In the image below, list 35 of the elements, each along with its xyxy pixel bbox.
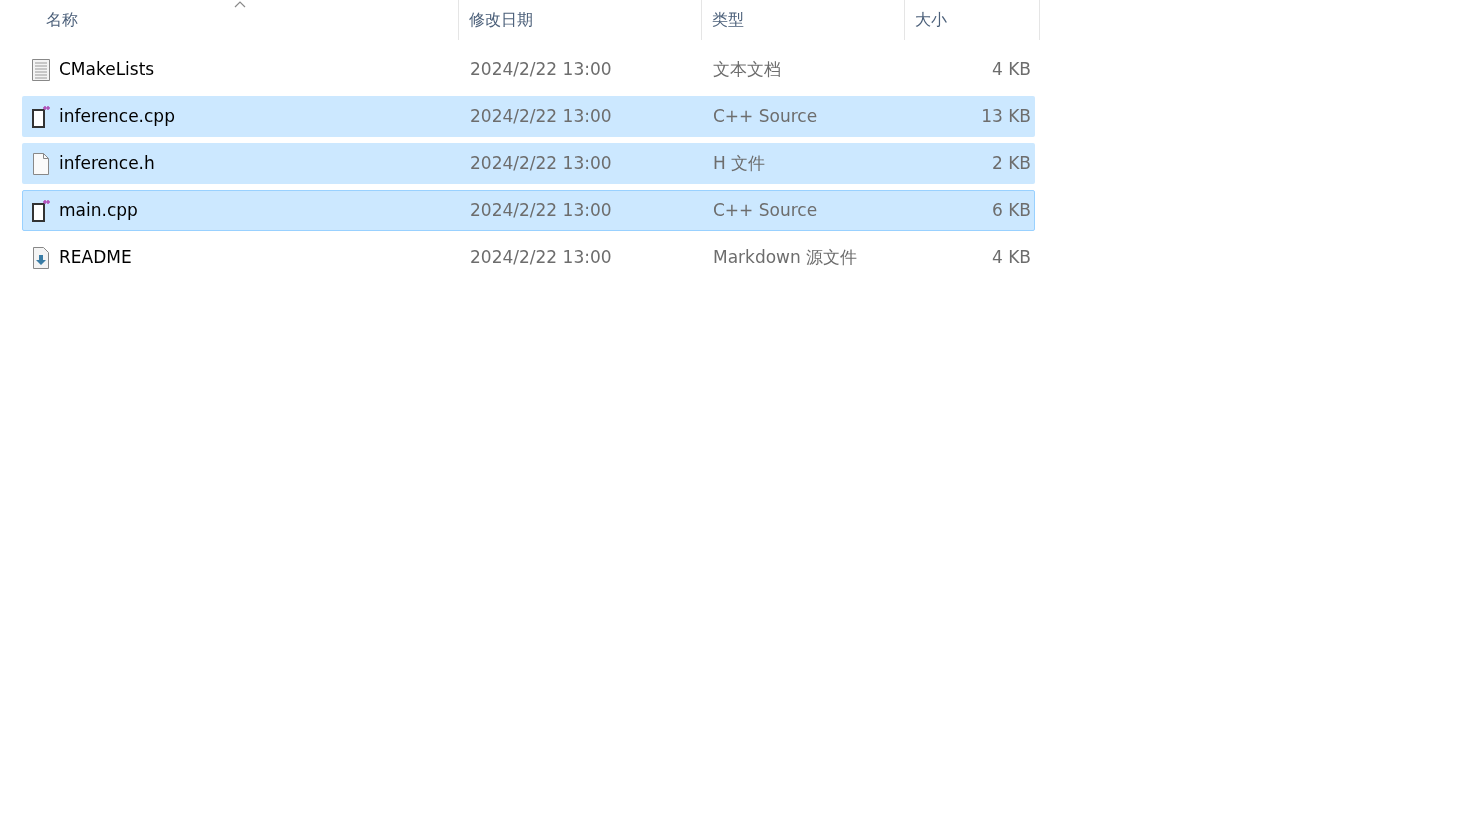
file-type: Markdown 源文件 <box>713 246 858 267</box>
file-name: README <box>59 245 132 269</box>
file-type: H 文件 <box>713 152 766 173</box>
file-row[interactable]: inference.cpp 2024/2/22 13:00 C++ Source 13 KB <box>22 96 1035 137</box>
file-row[interactable]: README 2024/2/22 13:00 Markdown 源文件 4 KB <box>22 237 1035 278</box>
file-name: CMakeLists <box>59 57 155 81</box>
file-type: C++ Source <box>713 105 818 126</box>
file-type: C++ Source <box>713 199 818 220</box>
file-size: 6 KB <box>991 199 1031 220</box>
source-file-icon <box>31 198 51 223</box>
file-size: 4 KB <box>991 246 1031 267</box>
modified-date: 2024/2/22 13:00 <box>470 246 612 267</box>
file-size: 13 KB <box>981 105 1031 126</box>
column-header[interactable]: 类型 <box>702 0 905 40</box>
file-size: 2 KB <box>991 152 1031 173</box>
file-type: 文本文档 <box>713 58 781 79</box>
column-header[interactable]: 修改日期 <box>459 0 702 40</box>
modified-date: 2024/2/22 13:00 <box>470 199 612 220</box>
column-header[interactable]: 大小 <box>905 0 1040 40</box>
modified-date: 2024/2/22 13:00 <box>470 105 612 126</box>
file-name: main.cpp <box>59 198 138 222</box>
column-header[interactable]: 名称 <box>22 0 459 40</box>
file-row[interactable]: main.cpp 2024/2/22 13:00 C++ Source 6 KB <box>22 190 1035 231</box>
download-file-icon <box>31 245 51 270</box>
modified-date: 2024/2/22 13:00 <box>470 58 612 79</box>
file-size: 4 KB <box>991 58 1031 79</box>
file-name: inference.h <box>59 151 155 175</box>
source-file-icon <box>31 104 51 129</box>
modified-date: 2024/2/22 13:00 <box>470 152 612 173</box>
file-name: inference.cpp <box>59 104 175 128</box>
text-document-icon <box>31 57 51 82</box>
file-row[interactable]: CMakeLists 2024/2/22 13:00 文本文档 4 KB <box>22 49 1035 90</box>
file-row[interactable]: inference.h 2024/2/22 13:00 H 文件 2 KB <box>22 143 1035 184</box>
blank-file-icon <box>31 151 51 176</box>
sort-caret-icon <box>234 0 246 8</box>
